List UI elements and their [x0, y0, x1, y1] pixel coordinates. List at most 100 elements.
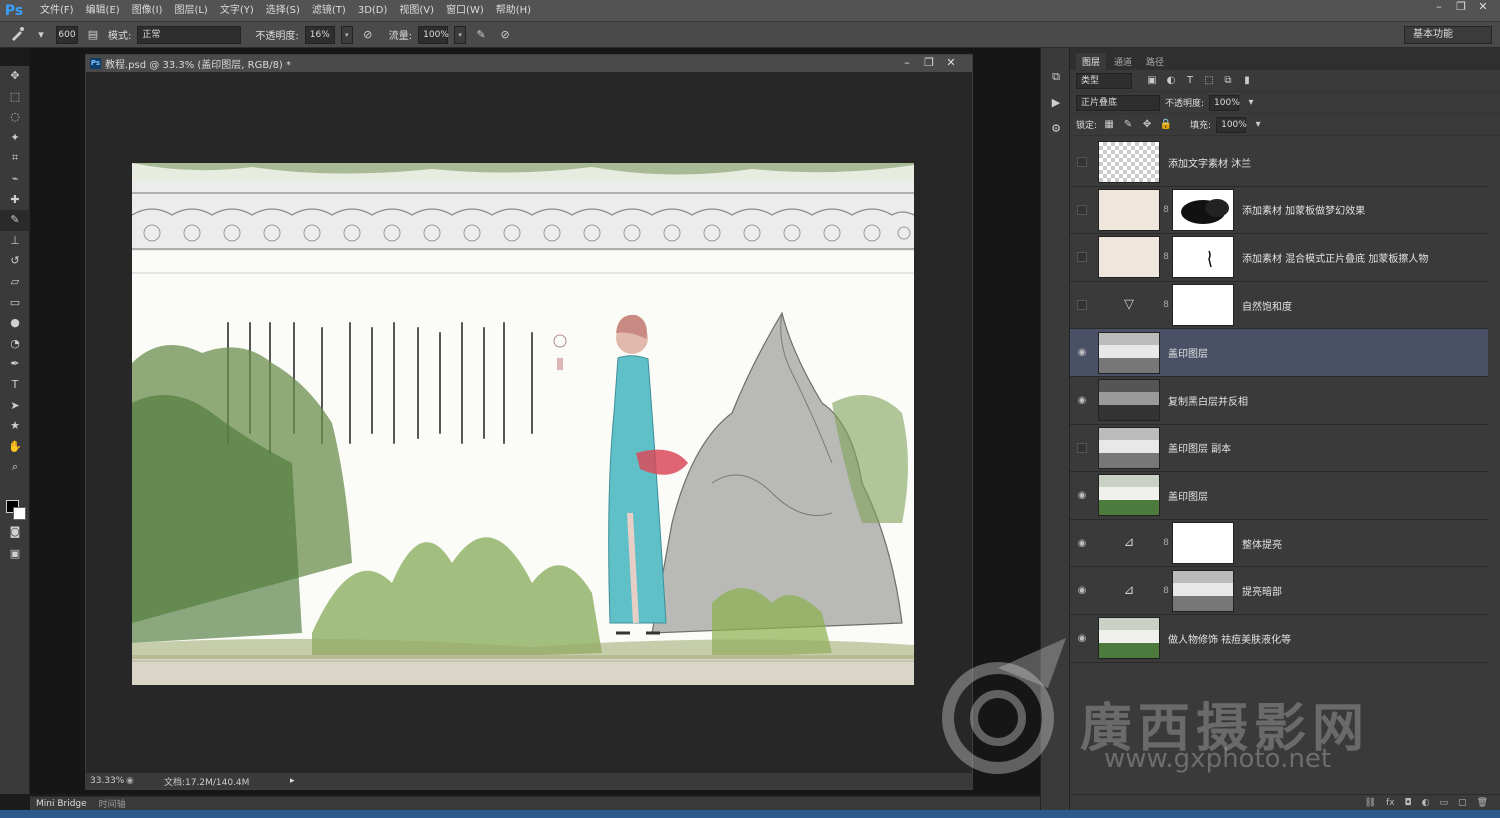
- eye-icon[interactable]: ◉: [1070, 585, 1094, 596]
- layer-row[interactable]: ◉ 盖印图层: [1070, 472, 1488, 520]
- layer-mask-thumbnail[interactable]: [1172, 236, 1234, 279]
- mode-select[interactable]: 正常: [137, 25, 242, 44]
- menu-image[interactable]: 图像(I): [126, 0, 169, 22]
- new-layer-icon[interactable]: ▢: [1458, 798, 1467, 808]
- visibility-toggle[interactable]: [1077, 442, 1087, 453]
- eraser-tool-icon[interactable]: ▱: [0, 272, 30, 293]
- tab-channels[interactable]: 通道: [1108, 53, 1138, 70]
- layer-opacity-input[interactable]: 100%: [1209, 94, 1240, 111]
- filter-adjustment-icon[interactable]: ◐: [1164, 74, 1178, 88]
- actions-play-icon[interactable]: ▶: [1041, 90, 1071, 116]
- lock-all-icon[interactable]: 🔒: [1159, 118, 1173, 132]
- menu-view[interactable]: 视图(V): [393, 0, 440, 22]
- eye-icon[interactable]: ◉: [1070, 347, 1094, 358]
- eye-icon[interactable]: ◉: [1070, 538, 1094, 549]
- new-group-icon[interactable]: ▭: [1440, 798, 1449, 808]
- layer-row[interactable]: 8 添加素材 混合模式正片叠底 加蒙板擦人物: [1070, 234, 1488, 282]
- layer-mask-thumbnail[interactable]: [1172, 569, 1234, 612]
- layer-mask-thumbnail[interactable]: [1172, 284, 1234, 327]
- magic-wand-tool-icon[interactable]: ✦: [0, 128, 30, 149]
- marquee-tool-icon[interactable]: ⬚: [0, 87, 30, 108]
- visibility-toggle[interactable]: [1077, 157, 1087, 168]
- type-tool-icon[interactable]: T: [0, 375, 30, 396]
- quick-mask-icon[interactable]: ◙: [0, 522, 30, 543]
- delete-layer-icon[interactable]: 🗑: [1477, 798, 1488, 808]
- layer-row[interactable]: ◉ ⊿ 8 提亮暗部: [1070, 567, 1488, 615]
- dodge-tool-icon[interactable]: ◔: [0, 334, 30, 355]
- zoom-tool-icon[interactable]: ⌕: [0, 457, 30, 478]
- status-info-icon[interactable]: ◉: [126, 776, 138, 786]
- tab-mini-bridge[interactable]: Mini Bridge: [30, 799, 93, 809]
- visibility-toggle[interactable]: [1077, 204, 1087, 215]
- layer-mask-thumbnail[interactable]: [1172, 522, 1234, 565]
- layer-style-icon[interactable]: fx: [1386, 798, 1395, 808]
- filter-smart-object-icon[interactable]: ⧉: [1221, 74, 1235, 88]
- filter-type-icon[interactable]: T: [1183, 74, 1197, 88]
- clone-stamp-tool-icon[interactable]: ⊥: [0, 231, 30, 252]
- layer-row[interactable]: 盖印图层 副本: [1070, 425, 1488, 473]
- layer-row-selected[interactable]: ◉ 盖印图层: [1070, 329, 1488, 377]
- menu-help[interactable]: 帮助(H): [490, 0, 537, 22]
- layer-fill-input[interactable]: 100%: [1216, 116, 1247, 133]
- menu-select[interactable]: 选择(S): [260, 0, 306, 22]
- background-color-swatch[interactable]: [13, 507, 26, 520]
- opacity-dropdown-icon[interactable]: ▾: [340, 25, 353, 44]
- brush-panel-toggle-icon[interactable]: ▤: [84, 26, 102, 44]
- menu-type[interactable]: 文字(Y): [214, 0, 260, 22]
- move-tool-icon[interactable]: ✥: [0, 66, 30, 87]
- minimize-button[interactable]: –: [1428, 0, 1450, 16]
- doc-minimize-button[interactable]: –: [896, 55, 918, 71]
- healing-brush-tool-icon[interactable]: ✚: [0, 190, 30, 211]
- eyedropper-tool-icon[interactable]: ⌁: [0, 169, 30, 190]
- menu-file[interactable]: 文件(F): [34, 0, 80, 22]
- layer-row[interactable]: ◉ 复制黑白层并反相: [1070, 377, 1488, 425]
- pressure-size-icon[interactable]: ⊘: [496, 26, 514, 44]
- blur-tool-icon[interactable]: ●: [0, 313, 30, 334]
- visibility-toggle[interactable]: [1077, 300, 1087, 311]
- gradient-tool-icon[interactable]: ▭: [0, 293, 30, 314]
- brush-size-picker[interactable]: 600: [56, 25, 78, 44]
- fill-dropdown-icon[interactable]: ▾: [1251, 118, 1265, 132]
- history-panel-icon[interactable]: ⧉: [1041, 64, 1071, 90]
- filter-pixel-icon[interactable]: ▣: [1145, 74, 1159, 88]
- filter-shape-icon[interactable]: ⬚: [1202, 74, 1216, 88]
- lock-position-icon[interactable]: ✥: [1140, 118, 1154, 132]
- zoom-level[interactable]: 33.33%: [90, 776, 126, 786]
- crop-tool-icon[interactable]: ⌗: [0, 148, 30, 169]
- pressure-opacity-icon[interactable]: ⊘: [359, 26, 377, 44]
- shape-tool-icon[interactable]: ★: [0, 416, 30, 437]
- link-layers-icon[interactable]: ⛓: [1365, 798, 1376, 808]
- tool-preset-dropdown-icon[interactable]: ▾: [32, 26, 50, 44]
- eye-icon[interactable]: ◉: [1070, 633, 1094, 644]
- workspace-switcher[interactable]: 基本功能: [1404, 26, 1492, 44]
- flow-dropdown-icon[interactable]: ▾: [454, 25, 467, 44]
- menu-window[interactable]: 窗口(W): [440, 0, 490, 22]
- menu-edit[interactable]: 编辑(E): [80, 0, 126, 22]
- properties-panel-icon[interactable]: ⚙: [1041, 116, 1071, 142]
- menu-layer[interactable]: 图层(L): [168, 0, 213, 22]
- layer-row[interactable]: ◉ ⊿ 8 整体提亮: [1070, 520, 1488, 568]
- layer-row[interactable]: ▽ 8 自然饱和度: [1070, 282, 1488, 330]
- history-brush-tool-icon[interactable]: ↺: [0, 251, 30, 272]
- layer-mask-thumbnail[interactable]: [1172, 188, 1234, 231]
- add-mask-icon[interactable]: ◘: [1405, 798, 1412, 808]
- filter-toggle-icon[interactable]: ▮: [1240, 74, 1254, 88]
- menu-filter[interactable]: 滤镜(T): [306, 0, 352, 22]
- tab-layers[interactable]: 图层: [1076, 53, 1107, 70]
- visibility-toggle[interactable]: [1077, 252, 1087, 263]
- menu-3d[interactable]: 3D(D): [352, 0, 394, 22]
- document-tab[interactable]: Ps 教程.psd @ 33.3% (盖印图层, RGB/8) * – ❐ ✕: [86, 55, 972, 72]
- restore-button[interactable]: ❐: [1450, 0, 1472, 16]
- doc-close-button[interactable]: ✕: [940, 55, 962, 71]
- layer-row[interactable]: ◉ 做人物修饰 祛痘美肤液化等: [1070, 615, 1488, 663]
- doc-restore-button[interactable]: ❐: [918, 55, 940, 71]
- close-button[interactable]: ✕: [1472, 0, 1494, 16]
- tab-timeline[interactable]: 时间轴: [93, 797, 132, 810]
- layer-row[interactable]: 8 添加素材 加蒙板做梦幻效果: [1070, 187, 1488, 235]
- image-canvas[interactable]: [132, 163, 914, 685]
- path-selection-tool-icon[interactable]: ➤: [0, 396, 30, 417]
- eye-icon[interactable]: ◉: [1070, 490, 1094, 501]
- flow-input[interactable]: 100%: [418, 25, 449, 44]
- tab-paths[interactable]: 路径: [1140, 53, 1170, 70]
- lasso-tool-icon[interactable]: ◌: [0, 107, 30, 128]
